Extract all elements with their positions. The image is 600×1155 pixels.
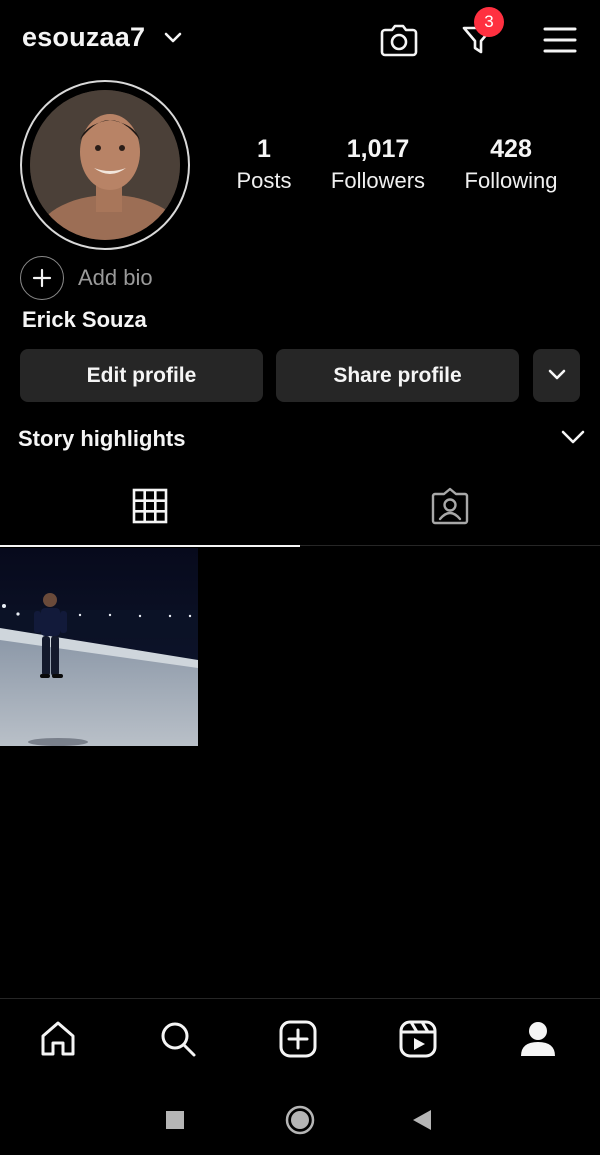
username: esouzaa7 [22,22,146,52]
add-bio-label: Add bio [78,265,153,290]
tab-posts-grid[interactable] [0,470,300,547]
home-icon[interactable] [36,1017,80,1061]
plus-icon [20,256,64,300]
top-bar: esouzaa7 3 [0,0,600,80]
add-bio-button[interactable]: Add bio [20,256,153,300]
followers-label: Followers [330,168,426,193]
menu-icon[interactable] [538,18,582,62]
suggested-people-button[interactable] [533,349,580,402]
followers-stat[interactable]: 1,017 Followers [323,134,433,198]
recents-icon[interactable] [164,1104,186,1136]
posts-count: 1 [257,135,271,163]
create-post-icon[interactable] [276,1017,320,1061]
full-name: Erick Souza [22,307,147,332]
bottom-navigation [0,998,600,1082]
following-count: 428 [490,135,532,163]
profile-icon[interactable] [516,1017,560,1061]
share-profile-button[interactable]: Share profile [276,349,519,402]
tagged-person-icon [430,487,470,530]
back-icon[interactable] [410,1104,434,1136]
posts-label: Posts [236,168,292,193]
search-icon[interactable] [156,1017,200,1061]
activity-filter-icon[interactable]: 3 [456,7,504,62]
avatar [30,90,180,240]
account-switcher[interactable]: esouzaa7 [22,22,183,53]
chevron-down-icon [163,31,183,45]
chevron-down-icon [560,429,586,450]
following-stat[interactable]: 428 Following [456,134,566,198]
followers-count: 1,017 [346,135,410,163]
posts-stat[interactable]: 1 Posts [229,134,299,198]
profile-tabs [0,470,600,547]
story-highlights-label: Story highlights [18,426,186,451]
active-tab-indicator [0,545,300,547]
post-thumbnail[interactable] [0,548,198,746]
chevron-down-icon [547,364,567,388]
system-navigation-bar [0,1082,600,1155]
camera-icon[interactable] [377,18,421,62]
grid-icon [132,488,168,529]
following-label: Following [464,168,558,193]
edit-profile-button[interactable]: Edit profile [20,349,263,402]
home-button-icon[interactable] [284,1104,316,1136]
story-highlights-toggle[interactable]: Story highlights [18,422,586,456]
avatar-ring[interactable] [20,80,190,250]
notification-badge: 3 [474,7,504,37]
reels-icon[interactable] [396,1017,440,1061]
tab-tagged[interactable] [300,470,600,546]
